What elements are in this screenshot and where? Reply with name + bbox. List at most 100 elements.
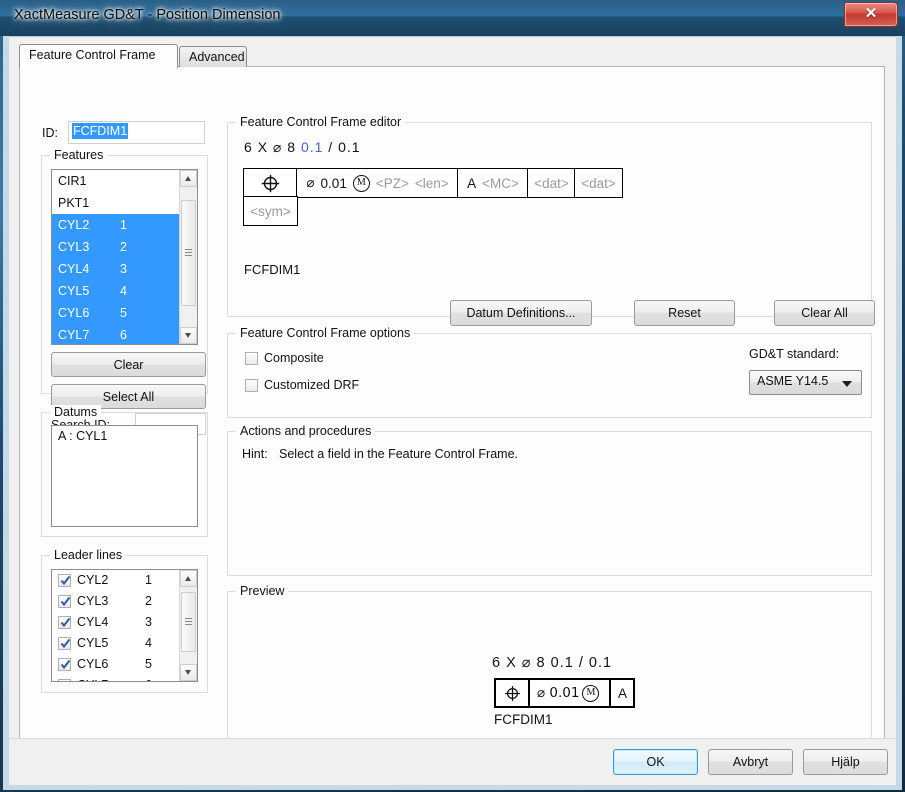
- leader-line-name: CYL6: [77, 657, 109, 671]
- fcf-slash: /: [328, 139, 334, 155]
- leader-line-checkbox[interactable]: [58, 679, 71, 681]
- leader-line-name: CYL7: [77, 675, 108, 681]
- button-label: Hjälp: [831, 755, 860, 769]
- feature-number: 4: [120, 284, 127, 298]
- button-label: Datum Definitions...: [466, 306, 576, 320]
- list-item[interactable]: CYL6 5: [52, 654, 180, 675]
- scroll-down-icon[interactable]: [180, 327, 197, 344]
- feature-number: 6: [120, 328, 127, 342]
- preview-name: FCFDIM1: [494, 712, 553, 727]
- datum-a-modifier-placeholder: <MC>: [482, 175, 519, 191]
- leader-line-checkbox[interactable]: [58, 637, 71, 650]
- list-item[interactable]: CYL4 3: [52, 612, 180, 633]
- datum-definitions-button[interactable]: Datum Definitions...: [450, 300, 592, 326]
- leader-line-name: CYL4: [77, 615, 109, 629]
- list-item[interactable]: CYL2 1: [52, 214, 180, 236]
- close-button[interactable]: ✕: [844, 2, 898, 27]
- length-placeholder: <len>: [414, 175, 449, 191]
- position-symbol-icon: [261, 174, 280, 192]
- scroll-down-icon[interactable]: [180, 664, 197, 681]
- list-item[interactable]: CYL5 4: [52, 633, 180, 654]
- list-item[interactable]: CYL5 4: [52, 280, 180, 302]
- leader-lines-scrollbar[interactable]: [179, 570, 197, 681]
- datum-entry: A : CYL1: [58, 429, 108, 443]
- button-label: Select All: [102, 389, 155, 404]
- datums-listbox[interactable]: A : CYL1: [51, 425, 198, 527]
- feature-name: CIR1: [58, 174, 87, 188]
- diameter-icon: ⌀: [306, 175, 315, 191]
- fcf-row-2: <sym>: [243, 196, 623, 227]
- chevron-down-icon: [842, 381, 852, 387]
- fcf-tol-lower: 0.1: [338, 139, 361, 155]
- scroll-up-icon[interactable]: [180, 570, 197, 587]
- fcf-row-1: ⌀ 0.01 M <PZ> <len> A <MC> <dat> <dat>: [243, 168, 623, 198]
- leader-line-checkbox[interactable]: [58, 574, 71, 587]
- fcf-tol-upper: 0.1: [300, 139, 324, 155]
- leader-line-name: CYL3: [77, 594, 109, 608]
- scrollbar-thumb[interactable]: [181, 200, 196, 306]
- list-item[interactable]: CYL7 6: [52, 324, 180, 344]
- clear-features-button[interactable]: Clear: [51, 352, 206, 377]
- feature-number: 1: [120, 218, 127, 232]
- cancel-button[interactable]: Avbryt: [708, 749, 793, 775]
- list-item[interactable]: PKT1: [52, 192, 180, 214]
- gdt-standard-select[interactable]: ASME Y14.5: [749, 370, 862, 395]
- material-modifier-icon: M: [582, 684, 600, 702]
- features-group: Features CIR1 PKT1 CYL2 1 CYL3 2 CYL4 3 …: [41, 148, 208, 435]
- leader-lines-listbox[interactable]: CYL2 1 CYL3 2 CYL4 3 CYL5 4 CYL6 5: [51, 569, 198, 682]
- list-item[interactable]: CYL6 5: [52, 302, 180, 324]
- list-item[interactable]: CIR1: [52, 170, 180, 192]
- tab-label: Feature Control Frame: [29, 48, 156, 62]
- features-scrollbar[interactable]: [179, 170, 197, 344]
- fcf-size: 8: [287, 139, 297, 155]
- reset-button[interactable]: Reset: [634, 300, 735, 326]
- leader-line-checkbox[interactable]: [58, 595, 71, 608]
- list-item[interactable]: A : CYL1: [52, 426, 197, 446]
- fcf-cell-symbol[interactable]: [243, 168, 298, 198]
- id-input[interactable]: FCFDIM1: [68, 121, 205, 144]
- fcf-cell-datum-c[interactable]: <dat>: [574, 168, 623, 198]
- fcf-table: ⌀ 0.01 M <PZ> <len> A <MC> <dat> <dat> <…: [243, 168, 623, 227]
- preview-cell-tolerance: ⌀ 0.01 M: [530, 680, 612, 706]
- list-item[interactable]: CYL3 2: [52, 591, 180, 612]
- gdt-standard-label: GD&T standard:: [749, 347, 840, 361]
- leader-lines-group: Leader lines CYL2 1 CYL3 2 CYL4 3 CYL5 4…: [41, 548, 208, 693]
- actions-group: Actions and procedures Hint: Select a fi…: [227, 424, 872, 576]
- feature-number: 3: [120, 262, 127, 276]
- leader-line-checkbox[interactable]: [58, 616, 71, 629]
- fcf-cell-symbol-placeholder[interactable]: <sym>: [243, 196, 298, 227]
- list-item[interactable]: CYL7 6: [52, 675, 180, 681]
- feature-number: 5: [120, 306, 127, 320]
- clear-all-button[interactable]: Clear All: [774, 300, 875, 326]
- list-item[interactable]: CYL4 3: [52, 258, 180, 280]
- feature-name: CYL4: [58, 262, 90, 276]
- leader-line-number: 2: [145, 594, 152, 608]
- customized-drf-checkbox[interactable]: [245, 379, 258, 392]
- client-area: Feature Control Frame Advanced ID: FCFDI…: [9, 36, 896, 785]
- list-item[interactable]: CYL3 2: [52, 236, 180, 258]
- gdt-standard-value: ASME Y14.5: [757, 374, 829, 388]
- list-item[interactable]: CYL2 1: [52, 570, 180, 591]
- tab-advanced[interactable]: Advanced: [179, 46, 247, 67]
- scrollbar-thumb[interactable]: [181, 592, 196, 652]
- leader-line-checkbox[interactable]: [58, 658, 71, 671]
- scroll-up-icon[interactable]: [180, 170, 197, 187]
- tab-feature-control-frame[interactable]: Feature Control Frame: [19, 44, 178, 68]
- features-listbox[interactable]: CIR1 PKT1 CYL2 1 CYL3 2 CYL4 3 CYL5 4 CY…: [51, 169, 198, 345]
- preview-table: ⌀ 0.01 M A: [494, 678, 636, 708]
- fcf-editor-group-label: Feature Control Frame editor: [236, 115, 406, 129]
- composite-checkbox[interactable]: [245, 352, 258, 365]
- ok-button[interactable]: OK: [613, 749, 698, 775]
- datums-group-label: Datums: [50, 405, 102, 419]
- projected-zone-placeholder: <PZ>: [375, 175, 409, 191]
- fcf-cell-tolerance[interactable]: ⌀ 0.01 M <PZ> <len>: [296, 168, 459, 198]
- features-group-label: Features: [50, 148, 108, 162]
- dialog-footer: OK Avbryt Hjälp: [9, 738, 896, 785]
- leader-line-number: 5: [145, 657, 152, 671]
- help-button[interactable]: Hjälp: [803, 749, 888, 775]
- button-label: OK: [646, 755, 665, 769]
- preview-group-label: Preview: [236, 584, 289, 598]
- fcf-cell-datum-b[interactable]: <dat>: [527, 168, 576, 198]
- fcf-cell-datum-a[interactable]: A <MC>: [457, 168, 529, 198]
- leader-lines-list: CYL2 1 CYL3 2 CYL4 3 CYL5 4 CYL6 5: [52, 570, 180, 681]
